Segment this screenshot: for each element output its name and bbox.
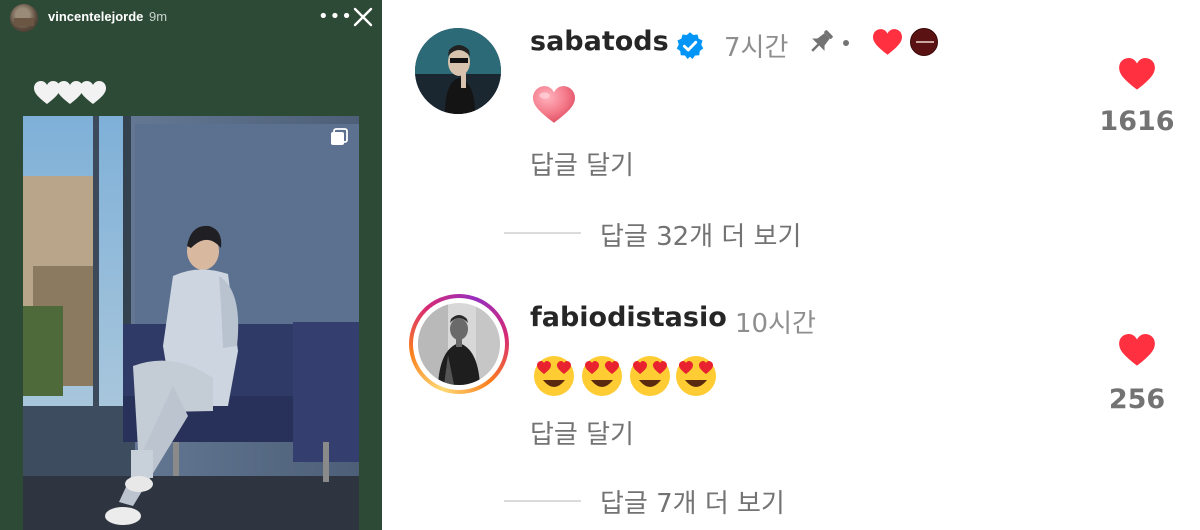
commenter-avatar[interactable] xyxy=(415,28,501,114)
commenter-avatar xyxy=(418,303,500,385)
view-replies-button[interactable]: 답글 7개 더 보기 xyxy=(600,483,785,520)
comment-username[interactable]: sabatods xyxy=(530,26,669,57)
creator-badge-logo xyxy=(916,41,934,43)
replies-divider xyxy=(504,500,581,502)
like-heart-icon[interactable] xyxy=(1119,58,1155,91)
reply-button[interactable]: 답글 달기 xyxy=(530,414,634,451)
creator-liked-heart-icon xyxy=(873,29,902,55)
separator-dot xyxy=(843,40,849,46)
comment-timestamp: 10시간 xyxy=(735,309,816,339)
heart-eyes-emoji xyxy=(582,356,622,396)
replies-divider xyxy=(504,232,581,234)
avatar-image xyxy=(415,28,501,114)
view-replies-button[interactable]: 답글 32개 더 보기 xyxy=(600,216,801,253)
creator-avatar-badge xyxy=(910,28,938,56)
verified-badge-icon xyxy=(676,32,704,59)
pink-heart-emoji xyxy=(533,86,575,123)
avatar-image xyxy=(418,303,500,385)
comment-item: fabiodistasio 10시간 답글 달기 답글 7개 더 보기 256 xyxy=(0,280,1200,530)
emoji-reaction-row xyxy=(532,354,722,398)
heart-eyes-emoji xyxy=(676,356,716,396)
like-heart-icon[interactable] xyxy=(1119,334,1155,367)
comment-timestamp: 7시간 xyxy=(724,33,789,63)
story-ring[interactable] xyxy=(409,294,509,394)
heart-eyes-emoji xyxy=(534,356,574,396)
like-count: 1616 xyxy=(1099,106,1175,137)
comment-username[interactable]: fabiodistasio xyxy=(530,302,727,333)
heart-eyes-emoji xyxy=(630,356,670,396)
like-count: 256 xyxy=(1108,384,1166,415)
comment-item: sabatods 7시간 답글 달기 답글 32개 더 보기 1616 xyxy=(0,0,1200,280)
pin-icon xyxy=(811,30,833,52)
reply-button[interactable]: 답글 달기 xyxy=(530,145,634,182)
